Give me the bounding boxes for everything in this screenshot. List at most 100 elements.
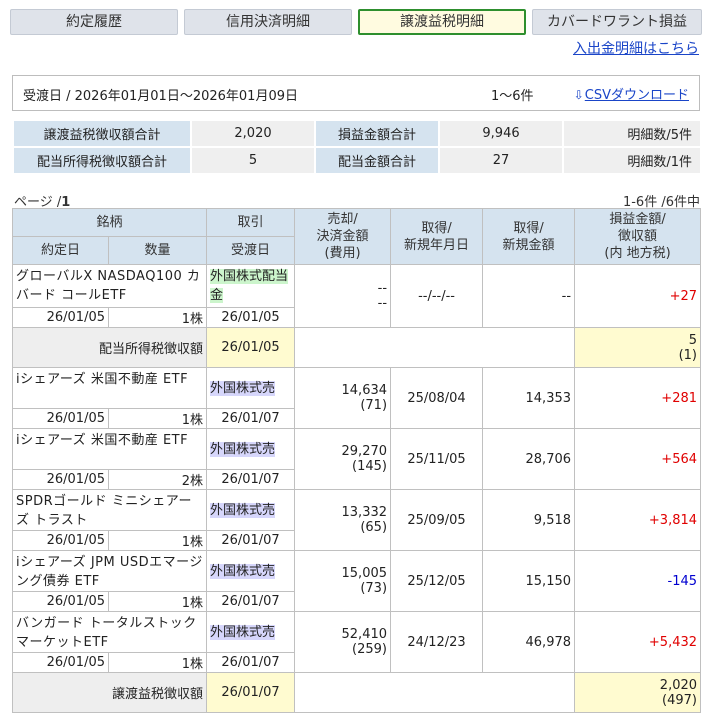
security-name: iシェアーズ 米国不動産 ETF [11, 367, 208, 409]
acq-date-cell: 25/09/05 [390, 489, 484, 551]
csv-download-link[interactable]: ⇩CSVダウンロード [573, 84, 689, 103]
pl-cell: +281 [574, 367, 702, 429]
trade-type-badge: 外国株式売 [210, 502, 276, 518]
summary-row-dividend: 配当所得税徴収額合計 5 配当金額合計 27 明細数/1件 [12, 146, 702, 175]
security-name: SPDRゴールド ミニシェアーズ トラスト [11, 489, 208, 531]
acq-amount-cell: 9,518 [482, 489, 576, 551]
settle-date-cell: 26/01/05 [206, 307, 296, 328]
date-range-text: 受渡日 / 2026年01月01日～2026年01月09日 [23, 89, 298, 104]
sell-amount-cell: 15,005 (73) [294, 550, 392, 612]
table-row: SPDRゴールド ミニシェアーズ トラスト 外国株式売 13,332 (65) 2… [11, 489, 702, 551]
acq-amount-cell: 14,353 [482, 367, 576, 429]
trade-type-badge: 外国株式配当金 [210, 269, 289, 303]
detail-table: 銘柄 取引 売却/決済金額 (費用) 取得/新規年月日 取得/新規金額 損益金額/… [11, 208, 702, 713]
pl-cell: +3,814 [574, 489, 702, 551]
trade-date-cell: 26/01/05 [12, 591, 109, 612]
dividend-tax-label: 配当所得税徴収額 [11, 327, 208, 368]
header-trade-date: 約定日 [12, 236, 109, 265]
quantity-cell: 1株 [107, 652, 208, 673]
summary-label: 譲渡益税徴収額合計 [12, 119, 192, 148]
sell-amount-cell: 13,332 (65) [294, 489, 392, 551]
acq-amount-cell: 28,706 [482, 428, 576, 490]
acq-amount-cell: -- [482, 264, 576, 328]
acq-date-cell: 25/08/04 [390, 367, 484, 429]
header-settle-date: 受渡日 [206, 236, 296, 265]
quantity-cell: 1株 [107, 408, 208, 429]
result-count: 1～6件 [491, 89, 534, 104]
summary-count: 明細数/1件 [562, 146, 702, 175]
table-row: iシェアーズ JPM USDエマージング債券 ETF 外国株式売 15,005(… [11, 550, 702, 612]
trade-date-cell: 26/01/05 [12, 652, 109, 673]
csv-download-label: CSVダウンロード [584, 88, 689, 103]
summary-value: 2,020 [190, 119, 316, 148]
transfer-tax-date: 26/01/07 [206, 672, 296, 713]
quantity-cell: 1株 [107, 530, 208, 551]
trade-type-badge: 外国株式売 [210, 380, 276, 396]
table-row: バンガード トータルストックマーケットETF 外国株式売 52,410 (259)… [11, 611, 702, 673]
sell-amount-cell: 29,270 (145) [294, 428, 392, 490]
trade-type: 外国株式売 [206, 428, 296, 470]
security-name: iシェアーズ JPM USDエマージング債券 ETF [11, 550, 208, 592]
header-quantity: 数量 [107, 236, 208, 265]
settle-date-cell: 26/01/07 [206, 591, 296, 612]
dividend-tax-spacer [294, 327, 576, 368]
trade-type: 外国株式売 [206, 550, 296, 592]
header-acq-amount: 取得/新規金額 [482, 208, 576, 265]
trade-type: 外国株式売 [206, 489, 296, 531]
acq-date-cell: 24/12/23 [390, 611, 484, 673]
pl-cell: +5,432 [574, 611, 702, 673]
summary-value: 9,946 [438, 119, 564, 148]
header-torihiki: 取引 [206, 208, 296, 237]
security-name: iシェアーズ 米国不動産 ETF [11, 428, 208, 470]
summary-label: 損益金額合計 [314, 119, 440, 148]
trade-date-cell: 26/01/05 [12, 530, 109, 551]
acq-amount-cell: 46,978 [482, 611, 576, 673]
transfer-tax-row: 譲渡益税徴収額 26/01/07 2,020 (497) [11, 672, 702, 713]
transfer-tax-label: 譲渡益税徴収額 [11, 672, 208, 713]
quantity-cell: 1株 [107, 307, 208, 328]
table-row: iシェアーズ 米国不動産 ETF 外国株式売 29,270 (145) 25/11… [11, 428, 702, 490]
sell-amount-cell: 52,410 (259) [294, 611, 392, 673]
deposit-withdrawal-link[interactable]: 入出金明細はこちら [573, 38, 699, 58]
trade-date-cell: 26/01/05 [12, 469, 109, 490]
tab-bar: 約定履歴 信用決済明細 譲渡益税明細 カバードワラント損益 [10, 9, 702, 35]
summary-value: 27 [438, 146, 564, 175]
pl-cell: +564 [574, 428, 702, 490]
tab-trade-history[interactable]: 約定履歴 [10, 9, 178, 35]
security-name: グローバルX NASDAQ100 カバード コールETF [11, 264, 208, 308]
quantity-cell: 2株 [107, 469, 208, 490]
summary-row-transfer: 譲渡益税徴収額合計 2,020 損益金額合計 9,946 明細数/5件 [12, 119, 702, 148]
security-name: バンガード トータルストックマーケットETF [11, 611, 208, 653]
sell-amount-cell: 14,634 (71) [294, 367, 392, 429]
download-arrow-icon: ⇩ [573, 88, 584, 102]
tab-capital-gains-tax[interactable]: 譲渡益税明細 [358, 9, 526, 35]
dividend-tax-date: 26/01/05 [206, 327, 296, 368]
trade-type: 外国株式売 [206, 367, 296, 409]
settle-date-cell: 26/01/07 [206, 469, 296, 490]
dividend-tax-row: 配当所得税徴収額 26/01/05 5 (1) [11, 327, 702, 368]
trade-type: 外国株式売 [206, 611, 296, 653]
table-row: iシェアーズ 米国不動産 ETF 外国株式売 14,634 (71) 25/08/… [11, 367, 702, 429]
trade-date-cell: 26/01/05 [12, 307, 109, 328]
trade-type-badge: 外国株式売 [210, 563, 276, 579]
date-range-box: 受渡日 / 2026年01月01日～2026年01月09日 1～6件 ⇩CSVダ… [12, 75, 700, 111]
summary-value: 5 [190, 146, 316, 175]
settle-date-cell: 26/01/07 [206, 652, 296, 673]
pl-cell: -145 [574, 550, 702, 612]
summary-label: 配当金額合計 [314, 146, 440, 175]
acq-date-cell: 25/11/05 [390, 428, 484, 490]
acq-date-cell: --/--/-- [390, 264, 484, 328]
trade-type-badge: 外国株式売 [210, 441, 276, 457]
tab-covered-warrant[interactable]: カバードワラント損益 [532, 9, 702, 35]
tab-margin-settlement[interactable]: 信用決済明細 [184, 9, 352, 35]
acq-date-cell: 25/12/05 [390, 550, 484, 612]
quantity-cell: 1株 [107, 591, 208, 612]
transfer-tax-spacer [294, 672, 576, 713]
settle-date-cell: 26/01/07 [206, 530, 296, 551]
pl-cell: +27 [574, 264, 702, 328]
summary-count: 明細数/5件 [562, 119, 702, 148]
header-meigara: 銘柄 [11, 208, 208, 237]
header-acq-date: 取得/新規年月日 [390, 208, 484, 265]
header-pl: 損益金額/徴収額 (内 地方税) [574, 208, 702, 265]
dividend-tax-amount: 5 (1) [574, 327, 702, 368]
